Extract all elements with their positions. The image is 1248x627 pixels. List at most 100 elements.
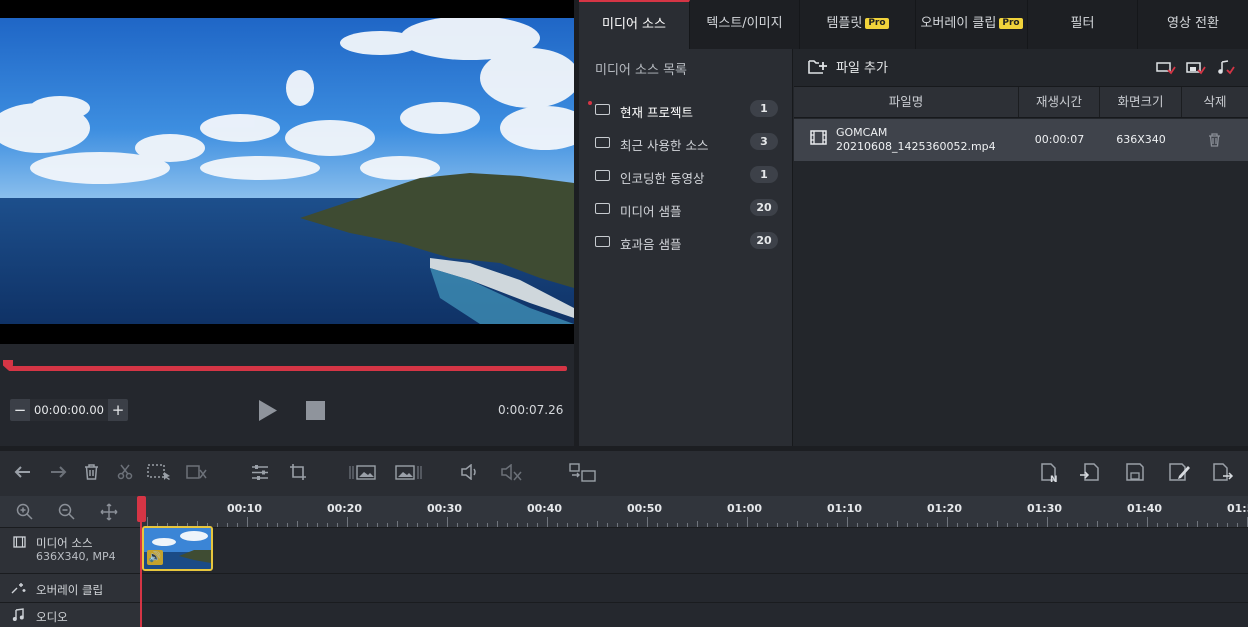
tab-label: 템플릿 [826,16,863,31]
timeline-clip[interactable]: 🔊 [142,526,213,571]
source-item-media-sample[interactable]: 미디어 샘플 20 [579,193,793,226]
timecode-stepper[interactable]: − 00:00:00.00 + [10,399,128,421]
source-list-title: 미디어 소스 목록 [595,63,687,78]
ruler-label: 01:40 [1127,502,1163,515]
redo-icon[interactable] [49,465,67,480]
column-header-size[interactable]: 화면크기 [1100,87,1182,117]
add-file-label: 파일 추가 [836,61,888,76]
zoom-in-icon[interactable] [16,503,34,521]
tab-template[interactable]: 템플릿 Pro [800,0,916,49]
source-item-current-project[interactable]: 현재 프로젝트 1 [579,94,793,127]
source-list: 미디어 소스 목록 현재 프로젝트 1 최근 사용한 소스 3 인코딩한 동영상… [579,49,793,446]
file-size: 636X340 [1116,133,1166,146]
ruler-tick [747,517,748,527]
source-item-label: 현재 프로젝트 [620,105,693,120]
pro-badge: Pro [865,18,889,29]
tab-filter[interactable]: 필터 [1028,0,1138,49]
delete-icon[interactable] [84,464,99,480]
media-track-header: 미디어 소스 636X340, MP4 [0,528,141,573]
folder-icon [595,236,610,247]
mute-icon[interactable] [501,464,523,482]
tab-transition[interactable]: 영상 전환 [1138,0,1248,49]
ruler-label: 01:5 [1227,502,1248,515]
ruler-tick [1147,517,1148,527]
column-header-duration[interactable]: 재생시간 [1019,87,1100,117]
tab-label: 오버레이 클립 [920,16,997,31]
undo-icon[interactable] [14,465,32,480]
music-note-icon [12,608,24,621]
add-file-button[interactable]: 파일 추가 [808,57,888,76]
video-frame [0,18,574,324]
fit-timeline-icon[interactable] [100,503,118,521]
tab-text-image[interactable]: 텍스트/이미지 [690,0,800,49]
transition-icon[interactable] [569,463,597,483]
subtitle-import-icon[interactable] [1156,61,1176,75]
image-import-icon[interactable] [1186,61,1206,75]
audio-track-label: 오디오 [36,610,68,624]
image-left-icon[interactable] [349,464,377,481]
timecode-input[interactable]: 00:00:00.00 [30,399,108,421]
trash-icon[interactable] [1208,133,1221,147]
sparkle-icon [11,583,26,594]
timecode-plus-button[interactable]: + [108,399,128,421]
overlay-track-label: 오버레이 클립 [36,583,104,597]
play-button[interactable] [259,400,277,421]
media-track-info: 636X340, MP4 [36,550,116,563]
stop-button[interactable] [306,401,325,420]
tab-overlay-clip[interactable]: 오버레이 클립 Pro [916,0,1028,49]
column-header-name[interactable]: 파일명 [794,87,1019,117]
ruler-tick [247,517,248,527]
tab-label: 미디어 소스 [602,17,666,32]
seek-bar[interactable] [8,366,567,371]
overlay-track: 오버레이 클립 [0,573,1248,602]
table-row[interactable]: GOMCAM 20210608_1425360052.mp4 00:00:07 … [794,119,1248,161]
video-preview [0,0,574,344]
column-header-delete: 삭제 [1203,94,1227,109]
ruler-label: 01:00 [727,502,763,515]
source-item-label: 효과음 샘플 [620,237,682,252]
split-clip-icon[interactable] [186,464,208,481]
count-badge: 20 [750,199,778,216]
overlay-track-header: 오버레이 클립 [0,574,141,602]
count-badge: 1 [750,100,778,117]
media-panel: 미디어 소스 텍스트/이미지 템플릿 Pro 오버레이 클립 Pro 필터 영상 전… [579,0,1248,446]
save-as-icon[interactable] [1169,462,1191,482]
audio-track-header: 오디오 [0,603,141,627]
new-project-icon[interactable]: N [1040,463,1060,483]
folder-icon [595,137,610,148]
folder-export-icon [595,170,610,181]
source-item-label: 미디어 샘플 [620,204,682,219]
tab-media-source[interactable]: 미디어 소스 [579,0,690,49]
tab-label: 필터 [1070,16,1095,31]
zoom-out-icon[interactable] [58,503,76,521]
ruler-label: 01:20 [927,502,963,515]
select-area-icon[interactable] [147,464,173,481]
playhead-handle[interactable] [137,496,146,522]
file-name-line1: GOMCAM [836,126,888,139]
ruler-label: 01:10 [827,502,863,515]
file-toolbar: 파일 추가 [794,49,1248,86]
volume-icon[interactable] [461,464,481,480]
crop-icon[interactable] [289,463,307,481]
ruler-label: 00:40 [527,502,563,515]
export-icon[interactable] [1213,463,1235,483]
count-badge: 20 [750,232,778,249]
save-icon[interactable] [1126,463,1144,481]
music-import-icon[interactable] [1217,60,1235,75]
film-icon [13,536,26,548]
folder-icon [595,203,610,214]
cut-icon[interactable] [117,464,133,480]
adjust-icon[interactable] [251,464,269,481]
timecode-minus-button[interactable]: − [10,399,30,421]
ruler-label: 00:20 [327,502,363,515]
source-item-sound-sample[interactable]: 효과음 샘플 20 [579,226,793,259]
file-duration: 00:00:07 [1034,133,1085,146]
ruler-tick [547,517,548,527]
open-project-icon[interactable] [1079,463,1101,483]
ruler-label: 00:10 [227,502,263,515]
source-item-encoded[interactable]: 인코딩한 동영상 1 [579,160,793,193]
file-area: 파일 추가 파일명 재생시간 화면크기 삭제 GOMCAM 20210608_1… [794,49,1248,446]
source-item-recent[interactable]: 최근 사용한 소스 3 [579,127,793,160]
source-item-label: 인코딩한 동영상 [620,171,705,186]
image-right-icon[interactable] [395,464,423,481]
